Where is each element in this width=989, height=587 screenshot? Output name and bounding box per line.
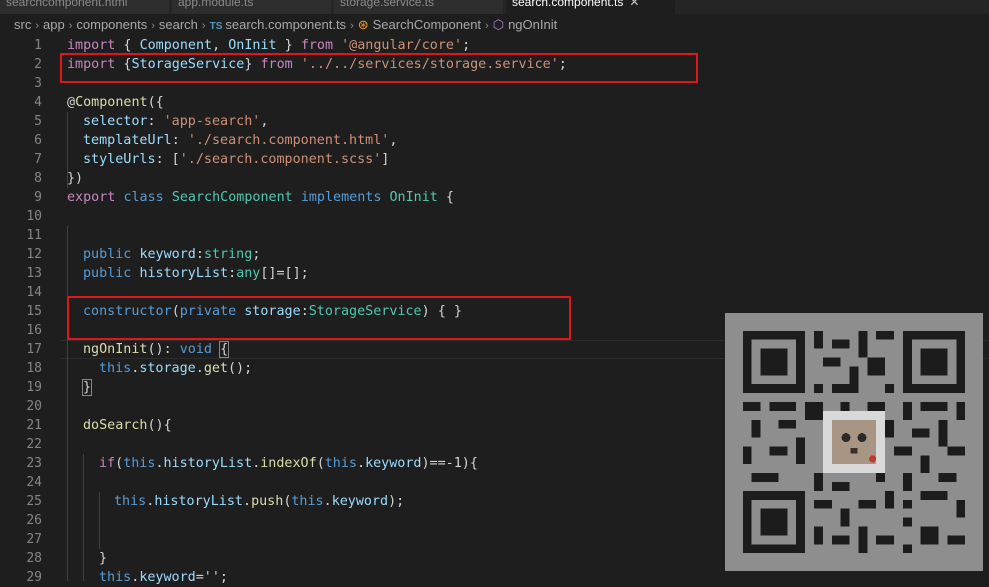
- line-number: 8: [34, 171, 42, 186]
- code-line[interactable]: this.keyword='';: [99, 568, 228, 587]
- code-line[interactable]: doSearch(){: [83, 416, 172, 435]
- breadcrumb-item-src[interactable]: src: [14, 17, 31, 32]
- tab-app-module[interactable]: app.module.ts: [172, 0, 332, 14]
- code-line[interactable]: ngOnInit(): void {: [83, 340, 230, 359]
- line-number: 13: [26, 266, 42, 281]
- line-number: 24: [26, 475, 42, 490]
- code-line[interactable]: public historyList:any[]=[];: [83, 264, 309, 283]
- annotation-box-import: [60, 53, 698, 83]
- chevron-right-icon: ›: [151, 20, 155, 32]
- line-number: 29: [26, 570, 42, 585]
- chevron-right-icon: ›: [350, 20, 354, 32]
- code-line[interactable]: selector: 'app-search',: [83, 112, 268, 131]
- breadcrumb-item-app[interactable]: app: [43, 17, 65, 32]
- chevron-right-icon: ›: [485, 20, 489, 32]
- line-number: 23: [26, 456, 42, 471]
- line-number: 17: [26, 342, 42, 357]
- code-line[interactable]: }: [99, 549, 107, 568]
- qr-code-icon: [725, 313, 983, 571]
- line-number: 19: [26, 380, 42, 395]
- line-number: 4: [34, 95, 42, 110]
- method-icon: ⬡: [492, 17, 505, 32]
- code-line[interactable]: }): [67, 169, 83, 188]
- code-line[interactable]: this.historyList.push(this.keyword);: [114, 492, 404, 511]
- breadcrumb: src › app › components › search › TS search.compo…: [0, 14, 989, 36]
- breadcrumb-item-class[interactable]: SearchComponent: [373, 17, 481, 32]
- class-icon: ⊛: [357, 17, 369, 32]
- breadcrumb-item-search[interactable]: search: [159, 17, 198, 32]
- line-number: 28: [26, 551, 42, 566]
- line-number: 1: [34, 38, 42, 53]
- breadcrumb-item-file[interactable]: search.component.ts: [225, 17, 346, 32]
- line-number: 2: [34, 57, 42, 72]
- line-number: 21: [26, 418, 42, 433]
- chevron-right-icon: ›: [201, 20, 206, 32]
- code-line[interactable]: public keyword:string;: [83, 245, 260, 264]
- code-line[interactable]: @Component({: [67, 93, 164, 112]
- code-line[interactable]: this.storage.get();: [99, 359, 252, 378]
- tab-search-component[interactable]: search.component.ts ✕: [506, 0, 676, 14]
- code-line[interactable]: export class SearchComponent implements …: [67, 188, 454, 207]
- tab-bar: searchcomponent.html app.module.ts stora…: [0, 0, 989, 14]
- code-line[interactable]: styleUrls: ['./search.component.scss']: [83, 150, 389, 169]
- line-number: 6: [34, 133, 42, 148]
- close-icon[interactable]: ✕: [629, 0, 639, 9]
- line-number: 14: [26, 285, 42, 300]
- chevron-right-icon: ›: [35, 20, 40, 32]
- line-number: 3: [34, 76, 42, 91]
- line-number: 11: [26, 228, 42, 243]
- line-number: 18: [26, 361, 42, 376]
- line-number: 22: [26, 437, 42, 452]
- typescript-file-icon: TS: [209, 21, 223, 32]
- breadcrumb-item-components[interactable]: components: [76, 17, 147, 32]
- tab-search-html[interactable]: searchcomponent.html: [0, 0, 170, 14]
- line-number: 5: [34, 114, 42, 129]
- line-number: 7: [34, 152, 42, 167]
- line-number: 12: [26, 247, 42, 262]
- code-line[interactable]: templateUrl: './search.component.html',: [83, 131, 397, 150]
- annotation-box-constructor: [67, 296, 571, 340]
- tab-storage-service[interactable]: storage.service.ts: [334, 0, 504, 14]
- chevron-right-icon: ›: [68, 20, 73, 32]
- breadcrumb-item-method[interactable]: ngOnInit: [508, 17, 557, 32]
- line-number: 26: [26, 513, 42, 528]
- line-number: 25: [26, 494, 42, 509]
- code-line[interactable]: }: [81, 378, 93, 397]
- line-number: 10: [26, 209, 42, 224]
- line-number: 27: [26, 532, 42, 547]
- line-number: 20: [26, 399, 42, 414]
- code-line[interactable]: if(this.historyList.indexOf(this.keyword…: [99, 454, 478, 473]
- line-number: 15: [26, 304, 42, 319]
- line-number: 16: [26, 323, 42, 338]
- line-number: 9: [34, 190, 42, 205]
